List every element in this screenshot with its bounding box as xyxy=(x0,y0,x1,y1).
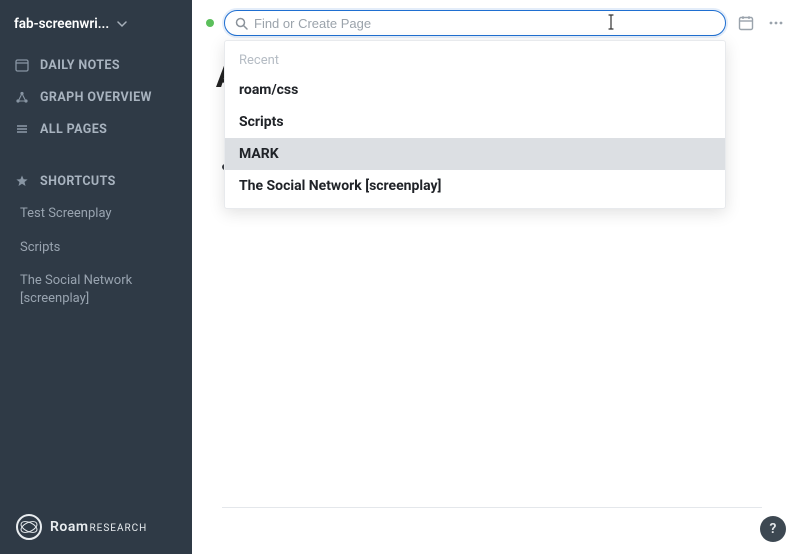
dropdown-item[interactable]: Scripts xyxy=(225,106,725,138)
shortcut-label: Test Screenplay xyxy=(20,206,112,221)
roam-logo-icon xyxy=(16,514,42,540)
shortcut-item[interactable]: Scripts xyxy=(0,231,192,265)
search-box[interactable] xyxy=(224,10,726,36)
sidebar-item-label: ALL PAGES xyxy=(40,122,107,137)
dropdown-item[interactable]: MARK xyxy=(225,138,725,170)
sidebar: fab-screenwri... DAILY NOTES GRAPH OVERV… xyxy=(0,0,192,554)
sidebar-item-all-pages[interactable]: ALL PAGES xyxy=(0,113,192,145)
sidebar-item-label: GRAPH OVERVIEW xyxy=(40,90,152,105)
brand-text: RoamRESEARCH xyxy=(50,519,147,535)
dropdown-item[interactable]: The Social Network [screenplay] xyxy=(225,170,725,202)
star-icon xyxy=(14,173,30,189)
database-name: fab-screenwri... xyxy=(14,16,109,32)
dropdown-item-label: MARK xyxy=(239,146,279,162)
sidebar-item-daily-notes[interactable]: DAILY NOTES xyxy=(0,49,192,81)
main-area: Recent roam/css Scripts MARK The Social … xyxy=(192,0,800,554)
graph-icon xyxy=(14,89,30,105)
dropdown-item-label: Scripts xyxy=(239,114,284,130)
help-button[interactable]: ? xyxy=(760,516,786,542)
sidebar-nav: DAILY NOTES GRAPH OVERVIEW ALL PAGES xyxy=(0,49,192,145)
dropdown-item-label: The Social Network [screenplay] xyxy=(239,178,441,194)
search-wrap: Recent roam/css Scripts MARK The Social … xyxy=(224,10,726,36)
menu-icon xyxy=(14,121,30,137)
search-icon xyxy=(235,17,248,30)
divider xyxy=(222,507,762,508)
search-dropdown: Recent roam/css Scripts MARK The Social … xyxy=(224,40,726,209)
sidebar-item-label: DAILY NOTES xyxy=(40,58,120,73)
sidebar-shortcuts-header: SHORTCUTS xyxy=(0,165,192,197)
search-input[interactable] xyxy=(254,16,715,31)
sidebar-shortcuts-label: SHORTCUTS xyxy=(40,174,116,189)
sidebar-item-graph-overview[interactable]: GRAPH OVERVIEW xyxy=(0,81,192,113)
shortcut-label: The Social Network [screenplay] xyxy=(20,273,132,306)
dropdown-item[interactable]: roam/css xyxy=(225,74,725,106)
calendar-icon xyxy=(14,57,30,73)
shortcut-label: Scripts xyxy=(20,240,60,255)
calendar-icon[interactable] xyxy=(736,13,756,33)
database-selector[interactable]: fab-screenwri... xyxy=(0,4,192,43)
help-button-label: ? xyxy=(770,521,777,537)
chevron-down-icon xyxy=(117,14,127,33)
dropdown-section-header: Recent xyxy=(225,47,725,74)
more-icon[interactable] xyxy=(766,13,786,33)
topbar: Recent roam/css Scripts MARK The Social … xyxy=(192,0,800,46)
dropdown-item-label: roam/css xyxy=(239,82,298,98)
shortcut-item[interactable]: Test Screenplay xyxy=(0,197,192,231)
brand[interactable]: RoamRESEARCH xyxy=(0,500,192,554)
shortcut-item[interactable]: The Social Network [screenplay] xyxy=(0,264,192,315)
sync-status-dot[interactable] xyxy=(206,19,214,27)
